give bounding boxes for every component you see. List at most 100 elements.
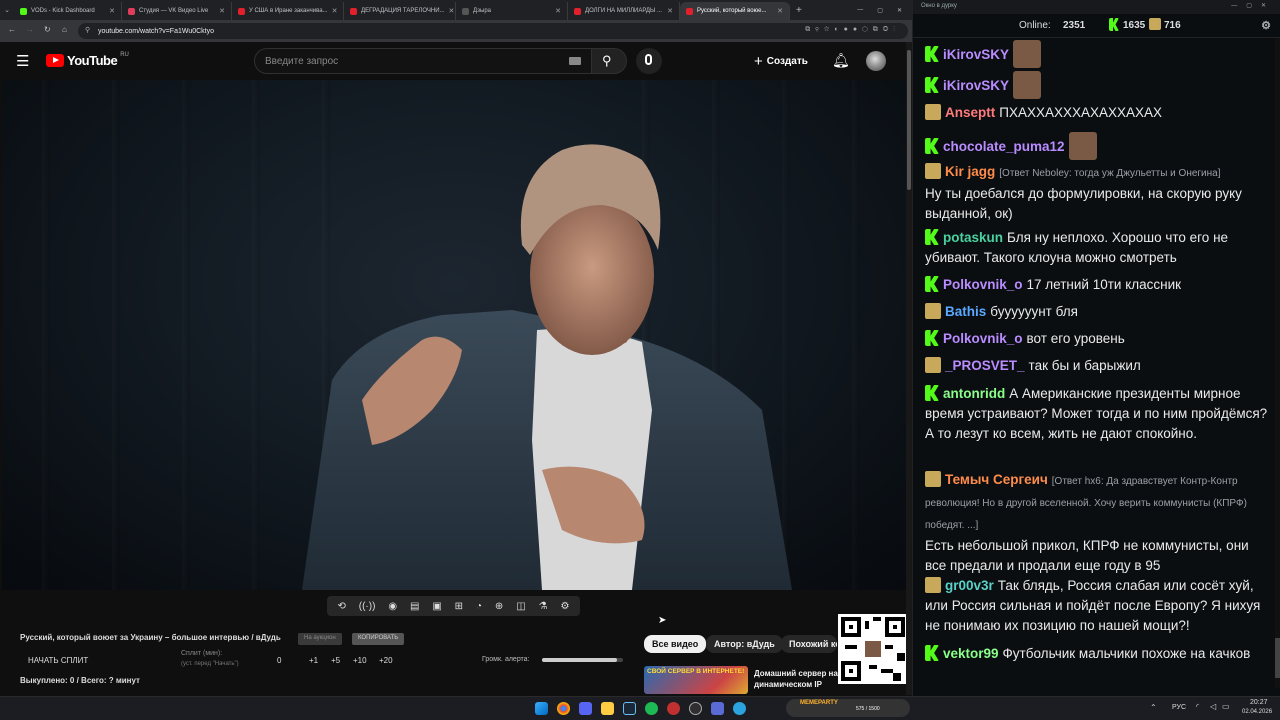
tab-1[interactable]: Студия — VK Видео Live ✕ [122,2,232,20]
start-split-button[interactable]: НАЧАТЬ СПЛИТ [28,656,88,665]
recommended-title[interactable]: Домашний сервер на динамическом IP беспл… [754,668,838,690]
close-icon[interactable]: ✕ [777,7,783,15]
spotify-icon[interactable] [645,702,658,715]
chat-username[interactable]: Темыч Сергеич [945,472,1048,487]
speed-icon[interactable]: ◔ [476,601,482,612]
alert-volume-slider[interactable] [542,658,623,662]
chip-similar[interactable]: Похожий ко... [781,635,837,653]
chat-username[interactable]: chocolate_puma12 [943,139,1065,154]
network-icon[interactable]: ◜ [1196,702,1199,711]
telegram-icon[interactable] [733,702,746,715]
close-icon[interactable]: ✕ [449,7,455,15]
avatar[interactable] [866,51,886,71]
chat-scrollbar[interactable] [1275,38,1280,688]
broadcast-icon[interactable]: ((·)) [359,601,376,612]
chip-author[interactable]: Автор: вДудь [706,635,783,653]
close-icon[interactable]: ✕ [219,7,225,15]
chat-username[interactable]: potaskun [943,230,1003,245]
windows-start-icon[interactable] [535,702,548,715]
film-icon[interactable]: ▤ [410,601,419,612]
reload-icon[interactable]: ↻ [44,25,51,34]
chat-reply-quote[interactable]: [Ответ Neboley: тогда уж Джульетты и Оне… [999,168,1220,179]
chat-username[interactable]: antonridd [943,386,1005,401]
maximize-icon[interactable]: ▢ [877,7,883,14]
tab-search-icon[interactable]: ⌄ [0,6,14,14]
scrollbar-thumb[interactable] [907,50,911,190]
explorer-icon[interactable] [601,702,614,715]
app-icon[interactable] [667,702,680,715]
chat-username[interactable]: Kir jagg [945,164,995,179]
chat-username[interactable]: gr00v3r [945,578,994,593]
video-player[interactable] [2,80,906,590]
chat-window-controls[interactable]: —▢✕ [1231,2,1275,9]
clock-date[interactable]: 02.04.2026 [1242,709,1272,715]
increment-10-button[interactable]: +10 [353,656,367,665]
home-icon[interactable]: ⌂ [62,25,67,34]
chat-username[interactable]: iKirovSKY [943,78,1009,93]
volume-icon[interactable]: ◁ [1210,702,1216,711]
youtube-header: ☰ YouTube RU Введите запрос ⚲ + Создать 🔔… [0,42,906,80]
memeparty-widget[interactable]: MEMEPARTY 575 / 1500 [786,699,910,717]
chat-username[interactable]: _PROSVET_ [945,358,1025,373]
language-indicator[interactable]: РУС [1172,704,1186,711]
tab-5[interactable]: ДОЛГИ НА МИЛЛИАРДЫ ... ✕ [568,2,680,20]
chip-all-videos[interactable]: Все видео [644,635,707,653]
camera-view-icon[interactable]: ◉ [388,601,397,612]
subscriber-badge-icon [925,303,941,319]
increment-20-button[interactable]: +20 [379,656,393,665]
back-icon[interactable]: ← [8,25,16,34]
clock-time[interactable]: 20:27 [1250,699,1268,706]
chat-username[interactable]: vektor99 [943,646,999,661]
increment-5-button[interactable]: +5 [331,656,340,665]
tab-3[interactable]: ДЕГРАДАЦИЯ ТАРЕЛОЧНИ... ✕ [344,2,456,20]
chat-username[interactable]: Polkovnik_o [943,331,1023,346]
chat-scrollbar-thumb[interactable] [1275,638,1280,678]
frames-icon[interactable]: ⊞ [455,601,463,612]
tab-2[interactable]: У США в Иране заканчива... ✕ [232,2,344,20]
search-button[interactable]: ⚲ [591,48,627,74]
chat-username[interactable]: iKirovSKY [943,47,1009,62]
address-bar[interactable]: ⚲ youtube.com/watch?v=Fa1Wu0Cktyo ⧉⚲☆◐●●… [78,23,908,39]
media-icon[interactable] [711,702,724,715]
split-value[interactable]: 0 [277,656,281,665]
battery-icon[interactable]: ▭ [1222,702,1230,711]
settings-icon[interactable]: ⚙ [1261,19,1271,32]
settings-icon[interactable]: ⚙ [560,601,569,612]
steam-icon[interactable] [623,702,636,715]
copy-button[interactable]: КОПИРОВАТЬ [352,633,405,645]
increment-1-button[interactable]: +1 [309,656,318,665]
close-icon[interactable]: ✕ [109,7,115,15]
new-tab-button[interactable]: + [796,5,802,16]
window-close-icon[interactable]: ✕ [897,7,902,14]
screenshot-icon[interactable]: ◫ [516,601,525,612]
discord-icon[interactable] [579,702,592,715]
bell-icon[interactable]: 🔔︎ [832,52,850,69]
close-icon[interactable]: ✕ [332,7,338,15]
close-icon[interactable]: ✕ [555,7,561,15]
flask-icon[interactable]: ⚗ [539,601,548,612]
on-auction-button[interactable]: На аукцион [298,633,342,645]
menu-icon[interactable]: ☰ [16,52,29,70]
obs-icon[interactable] [689,702,702,715]
site-info-icon[interactable]: ⚲ [85,26,90,34]
tab-0[interactable]: VODs - Kick Dashboard ✕ [14,2,122,20]
chat-username[interactable]: Polkovnik_o [943,277,1023,292]
add-clip-icon[interactable]: ⊕ [495,601,503,612]
tray-icons[interactable]: ⌃ [1150,703,1157,712]
chat-username[interactable]: Bathis [945,304,986,319]
pip-icon[interactable]: ▣ [432,601,441,612]
create-button[interactable]: + Создать [754,50,820,72]
chat-username[interactable]: Anseptt [945,105,995,120]
loop-icon[interactable]: ⟲ [337,601,345,612]
youtube-logo[interactable]: YouTube RU [46,52,129,68]
forward-icon[interactable]: → [26,25,34,34]
recommended-thumbnail[interactable]: СВОЙ СЕРВЕР В ИНТЕРНЕТЕ! [644,666,748,694]
search-input[interactable]: Введите запрос [254,48,592,74]
chrome-icon[interactable] [557,702,570,715]
close-icon[interactable]: ✕ [667,7,673,15]
tab-6-active[interactable]: Русский, который воюе... ✕ [680,2,790,20]
minimize-icon[interactable]: — [857,7,863,13]
keyboard-icon[interactable] [569,57,581,65]
tab-4[interactable]: Дзыра ✕ [456,2,568,20]
voice-search-button[interactable] [636,48,662,74]
